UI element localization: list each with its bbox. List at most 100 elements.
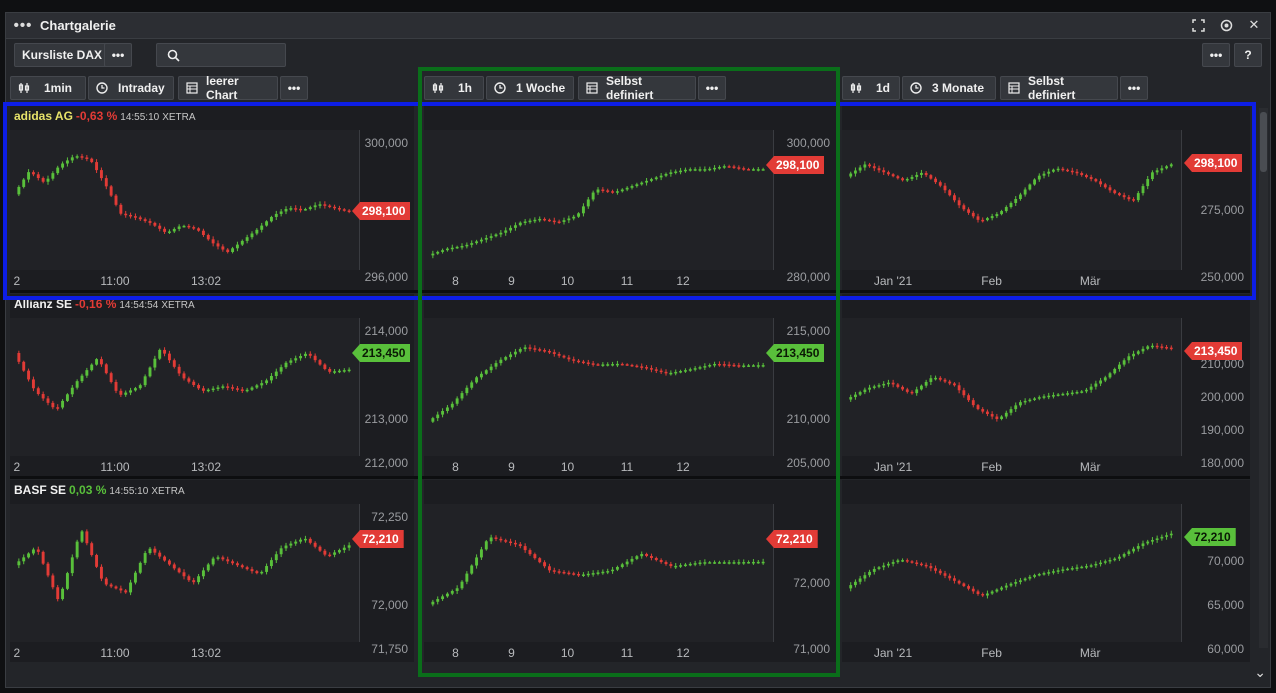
- chart-cell[interactable]: 300,000 280,000 298,100 8 9 10 11 12: [424, 106, 836, 290]
- range-button[interactable]: 3 Monate: [902, 76, 996, 100]
- vertical-scrollbar[interactable]: [1259, 108, 1268, 648]
- chart-plot-area[interactable]: [842, 504, 1182, 642]
- candle-body: [635, 365, 639, 368]
- candle-body: [119, 588, 123, 591]
- x-tick-label: Jan '21: [873, 460, 913, 474]
- candle-body: [441, 411, 445, 415]
- x-tick-label: 10: [560, 460, 575, 474]
- chart-cell[interactable]: 70,000 65,000 60,000 72,210 Jan '21 Feb Mär: [842, 480, 1250, 662]
- search-input[interactable]: [156, 43, 286, 67]
- help-button[interactable]: ?: [1234, 43, 1262, 67]
- y-tick-label: 250,000: [1200, 270, 1244, 284]
- candle-body: [693, 368, 697, 370]
- candle-body: [1132, 199, 1135, 201]
- chart-plot-area[interactable]: [10, 504, 360, 642]
- window-menu-button[interactable]: •••: [6, 17, 40, 34]
- candle-body: [436, 414, 440, 419]
- layout-button[interactable]: Selbst definiert: [1000, 74, 1118, 102]
- candle-body: [465, 573, 469, 582]
- candle-body: [742, 562, 746, 564]
- global-more-button[interactable]: •••: [1202, 43, 1230, 67]
- candle-body: [1085, 566, 1088, 568]
- candle-body: [167, 560, 171, 565]
- interval-button[interactable]: 1d: [842, 76, 900, 100]
- candle-body: [138, 217, 142, 220]
- candle-body: [509, 541, 513, 544]
- chart-more-button[interactable]: •••: [280, 76, 308, 100]
- candle-body: [41, 551, 45, 564]
- instrument-header[interactable]: adidas AG -0,63 % 14:55:10 XETRA: [14, 109, 196, 123]
- candle-body: [27, 553, 31, 558]
- candle-body: [849, 173, 853, 177]
- chart-plot-area[interactable]: [10, 130, 360, 270]
- instrument-name[interactable]: Allianz SE: [14, 297, 72, 311]
- chart-plot-area[interactable]: [424, 318, 774, 456]
- candle-body: [1103, 184, 1107, 188]
- candle-body: [742, 365, 746, 367]
- x-tick-label: 8: [452, 646, 459, 660]
- candle-body: [1165, 166, 1168, 169]
- candle-body: [27, 172, 31, 180]
- interval-button[interactable]: 1h: [424, 76, 484, 100]
- candle-body: [245, 567, 249, 570]
- instrument-header[interactable]: Allianz SE -0,16 % 14:54:54 XETRA: [14, 297, 195, 311]
- range-button[interactable]: 1 Woche: [486, 76, 574, 100]
- close-icon[interactable]: ✕: [1246, 17, 1262, 33]
- x-tick-label: 11:00: [100, 460, 130, 474]
- candle-body: [1165, 535, 1168, 537]
- list-more-button[interactable]: •••: [104, 43, 132, 67]
- expand-icon[interactable]: [1190, 17, 1206, 33]
- layout-button[interactable]: Selbst definiert: [578, 74, 696, 102]
- candle-body: [1014, 582, 1018, 584]
- chevron-down-icon[interactable]: ⌄: [1254, 664, 1266, 681]
- chart-more-button[interactable]: •••: [1120, 76, 1148, 100]
- candle-body: [1146, 541, 1150, 544]
- interval-button[interactable]: 1min: [10, 76, 86, 100]
- chart-cell[interactable]: Allianz SE -0,16 % 14:54:54 XETRA 214,000 213…: [10, 294, 414, 476]
- list-select-button[interactable]: Kursliste DAX: [14, 43, 111, 67]
- candle-body: [727, 562, 731, 564]
- instrument-name[interactable]: BASF SE: [14, 483, 66, 497]
- range-button[interactable]: Intraday: [88, 76, 174, 100]
- clock-icon: [96, 82, 108, 94]
- candle-body: [347, 210, 351, 213]
- candle-body: [109, 373, 113, 382]
- chart-cell[interactable]: BASF SE 0,03 % 14:55:10 XETRA 72,250 72,000 71…: [10, 480, 414, 662]
- chart-cell[interactable]: 275,000 250,000 298,100 Jan '21 Feb Mär: [842, 106, 1250, 290]
- chart-cell[interactable]: 210,000 200,000 190,000 180,000 213,450 Jan '…: [842, 294, 1250, 476]
- candle-body: [124, 590, 128, 593]
- instrument-name[interactable]: adidas AG: [14, 109, 73, 123]
- candle-body: [1080, 173, 1084, 176]
- candle-body: [129, 582, 133, 593]
- chart-cell[interactable]: 72,000 71,000 72,210 8 9 10 11 12: [424, 480, 836, 662]
- candle-body: [929, 566, 933, 569]
- candle-body: [910, 561, 914, 563]
- target-icon[interactable]: [1218, 17, 1234, 33]
- chart-plot-area[interactable]: [842, 130, 1182, 270]
- layout-button[interactable]: leerer Chart: [178, 74, 278, 102]
- chart-cell[interactable]: 215,000 210,000 205,000 213,450 8 9 10 11 12: [424, 294, 836, 476]
- candle-body: [1009, 203, 1013, 208]
- candle-body: [887, 382, 890, 385]
- candle-body: [863, 389, 867, 393]
- candle-body: [679, 371, 683, 373]
- scrollbar-thumb[interactable]: [1260, 112, 1267, 172]
- candle-body: [557, 571, 561, 573]
- chart-plot-area[interactable]: [842, 318, 1182, 456]
- candle-body: [698, 169, 702, 171]
- instrument-header[interactable]: BASF SE 0,03 % 14:55:10 XETRA: [14, 483, 185, 497]
- change-percent: -0,63 %: [75, 109, 118, 123]
- candle-body: [56, 167, 60, 174]
- candle-body: [182, 373, 186, 379]
- chart-more-button[interactable]: •••: [698, 76, 726, 100]
- chart-plot-area[interactable]: [10, 318, 360, 456]
- candle-body: [479, 373, 483, 378]
- candle-body: [284, 545, 288, 549]
- candlestick-chart: [17, 347, 351, 411]
- chart-plot-area[interactable]: [424, 504, 774, 642]
- chart-cell[interactable]: adidas AG -0,63 % 14:55:10 XETRA 300,000 296,…: [10, 106, 414, 290]
- interval-label: 1d: [876, 81, 891, 95]
- candle-body: [328, 554, 332, 557]
- y-tick-label: 200,000: [1200, 390, 1244, 404]
- chart-plot-area[interactable]: [424, 130, 774, 270]
